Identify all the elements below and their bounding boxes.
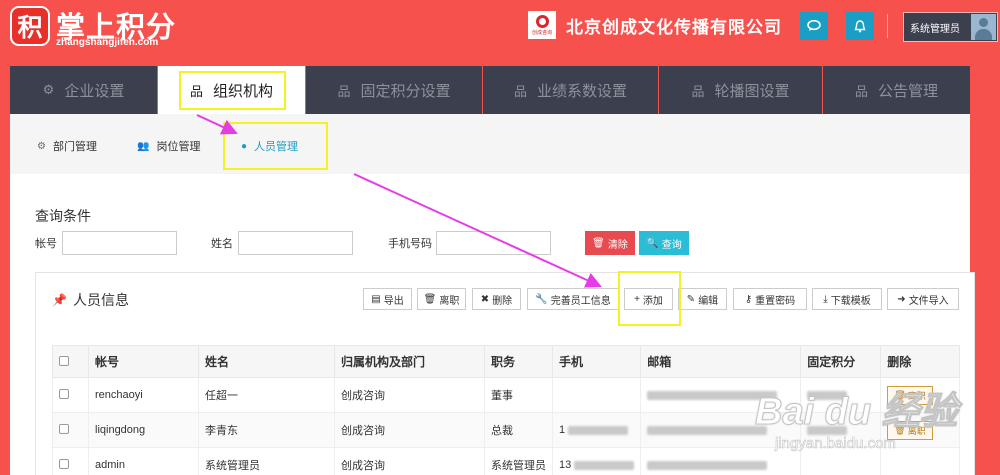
panel-title: 📌 人员信息 — [52, 292, 129, 308]
import-icon: ➜ — [897, 293, 906, 305]
download-icon: ⤓ — [823, 293, 828, 305]
cell-account: admin — [88, 447, 199, 475]
account-label: 帐号 — [35, 238, 57, 250]
reset-password-button[interactable]: ⚷ 重置密码 — [733, 288, 807, 310]
message-icon — [807, 20, 821, 31]
company-logo: 创成咨询 — [528, 11, 556, 39]
row-checkbox[interactable] — [59, 388, 69, 399]
app-subtitle: zhangshangjifen.com — [56, 37, 159, 48]
main-tab-bar: ⚙ 企业设置 品组织机构 品固定积分设置 品业绩系数设置 品轮播图设置 品公告管理 — [10, 66, 970, 114]
user-menu[interactable]: 系统管理员 — [903, 12, 998, 42]
tab-enterprise-settings[interactable]: ⚙ 企业设置 — [10, 66, 158, 114]
cell-phone — [551, 377, 642, 413]
header-divider — [887, 14, 888, 38]
notification-button[interactable] — [846, 12, 874, 40]
cell-dept: 创成咨询 — [334, 377, 485, 413]
subtab-position[interactable]: 👥 岗位管理 — [137, 138, 200, 154]
sub-tab-bar: ⚙ 部门管理 👥 岗位管理 ● 人员管理 — [10, 114, 970, 174]
company-name: 北京创成文化传播有限公司 — [566, 18, 782, 37]
org-chart-icon: 品 — [513, 83, 527, 99]
key-icon: ⚷ — [744, 293, 753, 305]
gear-icon: ⚙ — [42, 82, 55, 97]
cell-title: 总裁 — [484, 412, 553, 448]
col-dept: 归属机构及部门 — [334, 345, 485, 378]
tab-carousel[interactable]: 品轮播图设置 — [659, 66, 823, 114]
cell-name: 任超一 — [198, 377, 335, 413]
highlight-box — [179, 71, 286, 110]
col-delete: 删除 — [880, 345, 960, 378]
org-chart-icon: 品 — [691, 83, 705, 99]
account-input[interactable] — [62, 231, 177, 255]
tab-performance-coefficient[interactable]: 品业绩系数设置 — [483, 66, 659, 114]
users-icon: 👥 — [137, 140, 150, 152]
cell-dept: 创成咨询 — [334, 447, 485, 475]
message-button[interactable] — [800, 12, 828, 40]
delete-button[interactable]: ✖ 删除 — [472, 288, 521, 310]
wrench-icon: 🔧 — [535, 293, 548, 305]
org-chart-icon: 品 — [337, 83, 351, 99]
subtab-department[interactable]: ⚙ 部门管理 — [37, 138, 97, 154]
cell-title: 董事 — [484, 377, 553, 413]
cell-name: 系统管理员 — [198, 447, 335, 475]
export-button[interactable]: ▤ 导出 — [363, 288, 412, 310]
pin-icon: 📌 — [52, 293, 67, 307]
watermark: Bai du 经验 jingyan.baidu.com — [755, 391, 959, 453]
org-chart-icon: 品 — [854, 83, 868, 99]
col-account: 帐号 — [88, 345, 199, 378]
cell-phone: 1 — [551, 412, 642, 448]
user-name: 系统管理员 — [910, 23, 960, 35]
col-email: 邮箱 — [640, 345, 802, 378]
trash-icon: 🗑 — [423, 293, 437, 305]
highlight-box — [618, 271, 681, 326]
row-checkbox[interactable] — [59, 458, 69, 469]
table-header-row: 帐号 姓名 归属机构及部门 职务 手机 邮箱 固定积分 删除 — [52, 345, 960, 378]
cell-account: liqingdong — [88, 412, 199, 448]
clear-button[interactable]: 🗑 清除 — [585, 231, 635, 255]
edit-button[interactable]: ✎ 编辑 — [678, 288, 727, 310]
col-title: 职务 — [484, 345, 553, 378]
col-fixed-points: 固定积分 — [800, 345, 882, 378]
name-input[interactable] — [238, 231, 353, 255]
search-icon: 🔍 — [646, 237, 659, 249]
file-icon: ▤ — [371, 293, 381, 305]
col-name: 姓名 — [198, 345, 335, 378]
gear-icon: ⚙ — [37, 140, 46, 152]
file-import-button[interactable]: ➜ 文件导入 — [887, 288, 959, 310]
select-all-checkbox[interactable] — [59, 355, 69, 366]
cell-dept: 创成咨询 — [334, 412, 485, 448]
highlight-box — [223, 122, 328, 170]
bell-icon — [854, 19, 866, 32]
app-logo: 积 — [10, 6, 50, 46]
query-title: 查询条件 — [35, 208, 91, 224]
cell-title: 系统管理员 — [484, 447, 553, 475]
avatar — [971, 14, 996, 40]
close-icon: ✖ — [480, 293, 490, 305]
trash-icon: 🗑 — [592, 237, 605, 249]
phone-label: 手机号码 — [388, 238, 432, 250]
cell-name: 李青东 — [198, 412, 335, 448]
download-template-button[interactable]: ⤓ 下载模板 — [812, 288, 882, 310]
phone-input[interactable] — [436, 231, 551, 255]
row-checkbox[interactable] — [59, 423, 69, 434]
search-button[interactable]: 🔍 查询 — [639, 231, 689, 255]
logo-char: 积 — [17, 14, 43, 42]
resign-button[interactable]: 🗑 离职 — [417, 288, 466, 310]
tab-fixed-points[interactable]: 品固定积分设置 — [306, 66, 483, 114]
tab-announcements[interactable]: 品公告管理 — [823, 66, 970, 114]
pencil-icon: ✎ — [686, 293, 696, 305]
col-phone: 手机 — [551, 345, 642, 378]
cell-account: renchaoyi — [88, 377, 199, 413]
complete-info-button[interactable]: 🔧 完善员工信息 — [527, 288, 619, 310]
cell-phone: 13 — [551, 447, 642, 475]
name-label: 姓名 — [211, 238, 233, 250]
